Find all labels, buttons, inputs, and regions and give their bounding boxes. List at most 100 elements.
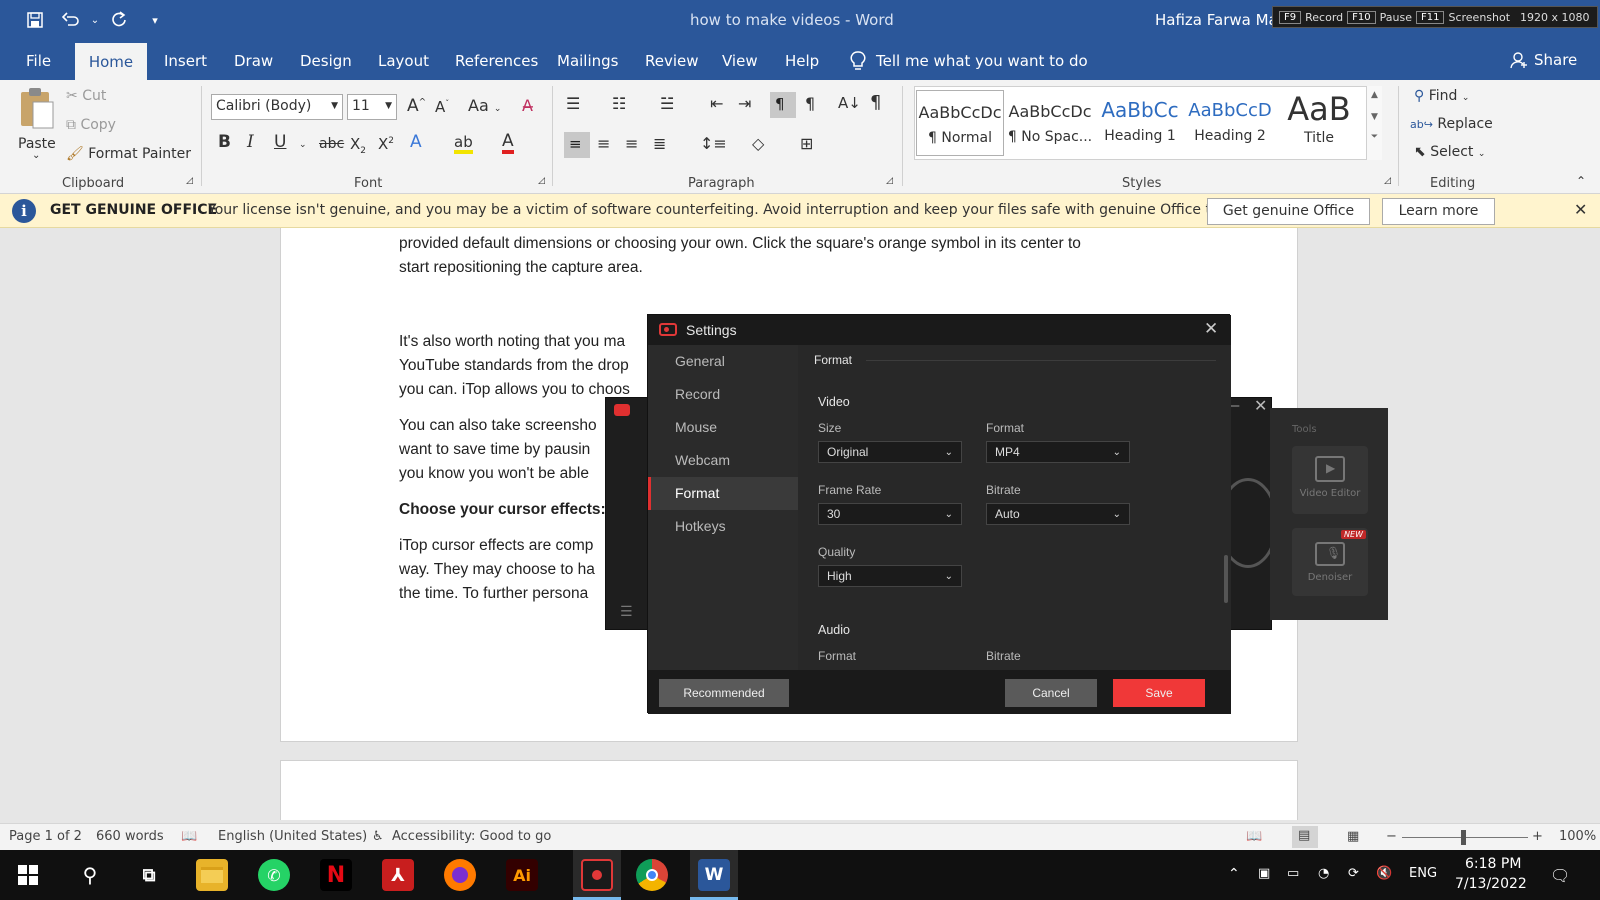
close-icon[interactable]: ✕ [1574, 200, 1587, 219]
frame-rate-select[interactable]: 30 ⌄ [818, 503, 962, 525]
clock-time[interactable]: 6:18 PM [1465, 856, 1521, 872]
denoiser-tool[interactable]: NEW 🎙 Denoiser [1292, 528, 1368, 596]
accessibility-status[interactable]: Accessibility: Good to go [392, 829, 551, 844]
scrollbar-thumb[interactable] [1224, 555, 1228, 603]
style-heading-2[interactable]: AaBbCcD Heading 2 [1186, 90, 1274, 156]
firefox-icon[interactable] [444, 859, 476, 891]
styles-launcher-icon[interactable]: ◿ [1384, 176, 1391, 186]
customize-toolbar-icon[interactable]: ▾ [142, 8, 168, 32]
list-icon[interactable]: ☰ [620, 604, 633, 620]
subscript-icon[interactable]: X2 [350, 135, 366, 156]
style-no-spacing[interactable]: AaBbCcDc ¶ No Spac... [1006, 90, 1094, 156]
shading-icon[interactable]: ◇ [752, 134, 764, 153]
replace-button[interactable]: ab↪ Replace [1410, 116, 1493, 132]
tab-insert[interactable]: Insert [164, 52, 207, 70]
tab-layout[interactable]: Layout [378, 52, 429, 70]
align-center-icon[interactable]: ≡ [597, 134, 610, 153]
quality-select[interactable]: High ⌄ [818, 565, 962, 587]
bold-icon[interactable]: B [218, 132, 231, 152]
learn-more-button[interactable]: Learn more [1382, 198, 1495, 225]
scroll-up-icon[interactable]: ▲ [1367, 90, 1382, 100]
justify-icon[interactable]: ≣ [653, 134, 666, 153]
word-count[interactable]: 660 words [96, 829, 164, 844]
decrease-indent-icon[interactable]: ⇤ [710, 94, 723, 113]
task-view-icon[interactable]: ⧉ [133, 859, 165, 891]
ltr-direction-button[interactable]: ¶ [770, 92, 796, 118]
recommended-button[interactable]: Recommended [659, 679, 789, 707]
tab-design[interactable]: Design [300, 52, 352, 70]
word-icon[interactable]: W [698, 859, 730, 891]
shrink-font-icon[interactable]: Aˇ [435, 98, 449, 116]
tab-home[interactable]: Home [75, 43, 147, 80]
redo-icon[interactable] [106, 8, 132, 32]
tab-references[interactable]: References [455, 52, 538, 70]
document-page-2[interactable] [280, 760, 1298, 820]
nav-format[interactable]: Format [648, 477, 798, 510]
sort-icon[interactable]: A↓ [838, 94, 861, 112]
get-genuine-button[interactable]: Get genuine Office [1207, 198, 1370, 225]
rtl-direction-icon[interactable]: ¶ [805, 94, 815, 113]
web-layout-icon[interactable]: ▦ [1347, 829, 1359, 844]
style-title[interactable]: AaB Title [1276, 90, 1362, 156]
accessibility-icon[interactable]: ♿ [372, 829, 384, 844]
copy-button[interactable]: ⧉ Copy [66, 117, 116, 133]
format-painter-button[interactable]: 🖌 Format Painter [66, 146, 191, 162]
windows-start-icon[interactable] [18, 865, 38, 885]
close-icon[interactable]: ✕ [1254, 396, 1267, 415]
bitrate-select[interactable]: Auto ⌄ [986, 503, 1130, 525]
paste-button[interactable]: Paste [16, 86, 58, 160]
size-select[interactable]: Original ⌄ [818, 441, 962, 463]
collapse-ribbon-icon[interactable]: ⌃ [1576, 174, 1586, 188]
cut-button[interactable]: ✂ Cut [66, 88, 106, 104]
align-right-icon[interactable]: ≡ [625, 134, 638, 153]
find-button[interactable]: ⚲ Find ⌄ [1414, 88, 1469, 104]
notifications-icon[interactable]: 🗨 [1550, 866, 1570, 885]
tab-mailings[interactable]: Mailings [557, 52, 618, 70]
increase-indent-icon[interactable]: ⇥ [738, 94, 751, 113]
save-icon[interactable] [22, 8, 48, 32]
text-effects-icon[interactable]: A [410, 132, 422, 152]
borders-icon[interactable]: ⊞ [800, 134, 813, 153]
more-styles-icon[interactable]: ⏷ [1367, 132, 1382, 142]
tab-help[interactable]: Help [785, 52, 819, 70]
zoom-out-icon[interactable]: − [1386, 829, 1397, 844]
grow-font-icon[interactable]: A^ [407, 96, 426, 116]
multilevel-list-icon[interactable]: ☱ [660, 94, 674, 113]
close-icon[interactable]: ✕ [1204, 319, 1218, 339]
select-button[interactable]: ⬉ Select ⌄ [1414, 144, 1485, 160]
nav-record[interactable]: Record [648, 378, 798, 411]
tab-draw[interactable]: Draw [234, 52, 273, 70]
tell-me-search[interactable]: Tell me what you want to do [850, 51, 1088, 71]
read-mode-icon[interactable]: 📖 [1246, 829, 1262, 844]
styles-scroll[interactable]: ▲ ▼ ⏷ [1366, 86, 1382, 160]
nav-mouse[interactable]: Mouse [648, 411, 798, 444]
proofing-icon[interactable]: 📖 [181, 829, 197, 844]
nav-webcam[interactable]: Webcam [648, 444, 798, 477]
user-name[interactable]: Hafiza Farwa Mah [1155, 11, 1287, 29]
superscript-icon[interactable]: X2 [378, 135, 394, 153]
sync-icon[interactable]: ⟳ [1348, 866, 1359, 881]
font-name-combo[interactable]: Calibri (Body) ▼ [211, 94, 343, 120]
print-layout-button[interactable]: ▤ [1292, 826, 1318, 848]
undo-dropdown-icon[interactable]: ⌄ [82, 8, 108, 32]
highlight-icon[interactable]: ab [454, 134, 473, 154]
cancel-button[interactable]: Cancel [1005, 679, 1097, 707]
style-heading-1[interactable]: AaBbCc Heading 1 [1096, 90, 1184, 156]
battery-icon[interactable]: ▭ [1287, 866, 1299, 881]
nav-general[interactable]: General [648, 345, 798, 378]
device-icon[interactable]: ▣ [1258, 866, 1270, 881]
whatsapp-icon[interactable]: ✆ [258, 859, 290, 891]
paste-dropdown-icon[interactable]: ⌄ [32, 150, 40, 161]
input-language[interactable]: ENG [1409, 866, 1437, 881]
video-editor-tool[interactable]: ▶ Video Editor [1292, 446, 1368, 514]
file-explorer-icon[interactable] [196, 859, 228, 891]
underline-icon[interactable]: U [274, 132, 286, 152]
show-formatting-icon[interactable]: ¶ [870, 92, 881, 113]
line-spacing-icon[interactable]: ↕≡ [700, 134, 727, 153]
format-select[interactable]: MP4 ⌄ [986, 441, 1130, 463]
change-case-button[interactable]: Aa ⌄ [468, 96, 501, 115]
tab-review[interactable]: Review [645, 52, 699, 70]
acrobat-icon[interactable]: ⅄ [382, 859, 414, 891]
share-button[interactable]: Share [1510, 51, 1577, 69]
save-button[interactable]: Save [1113, 679, 1205, 707]
